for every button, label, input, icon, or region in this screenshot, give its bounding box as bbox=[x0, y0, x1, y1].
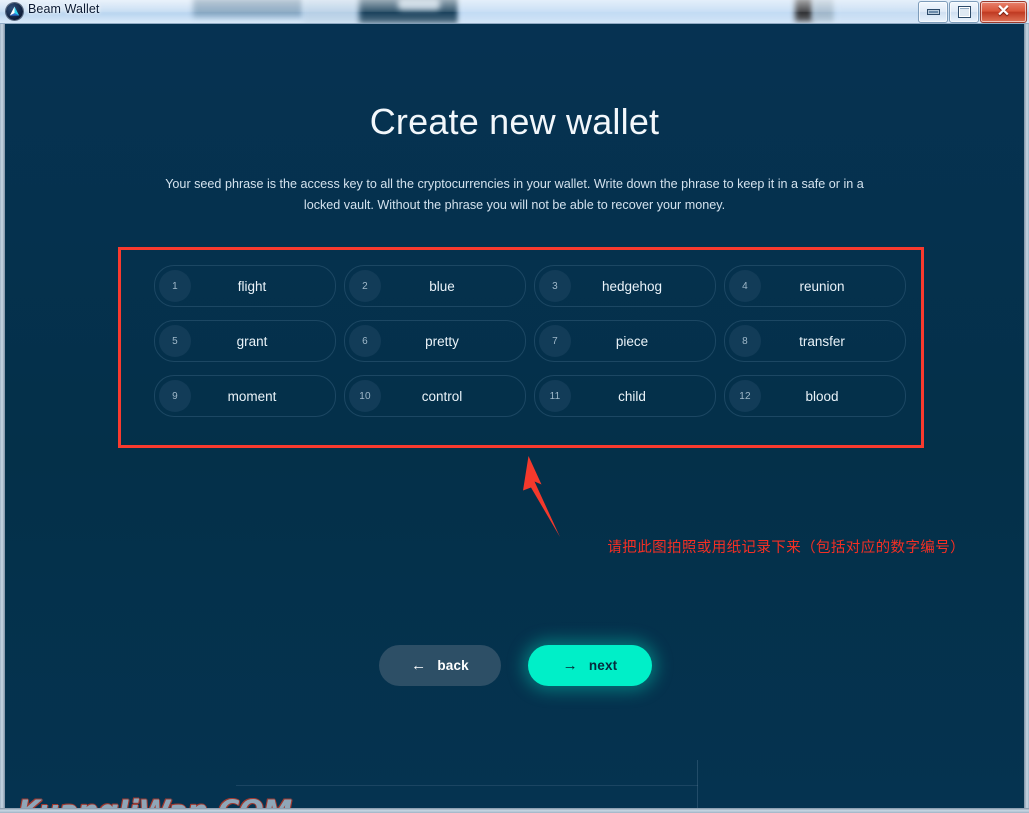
seed-word-number: 8 bbox=[729, 325, 761, 357]
seed-word-number: 5 bbox=[159, 325, 191, 357]
glass-reflection bbox=[398, 0, 440, 10]
next-button[interactable]: → next bbox=[528, 645, 652, 686]
annotation-note: 请把此图拍照或用纸记录下来（包括对应的数字编号） bbox=[607, 540, 965, 556]
minimize-icon bbox=[926, 9, 940, 15]
glass-reflection bbox=[303, 0, 359, 24]
seed-phrase-grid: 1 flight 2 blue 3 hedgehog 4 reunion 5 grant 6 pret… bbox=[154, 265, 906, 417]
background-seam bbox=[697, 760, 698, 808]
seed-word-pill: 7 piece bbox=[534, 320, 716, 362]
seed-word-pill: 3 hedgehog bbox=[534, 265, 716, 307]
back-button-label: back bbox=[437, 658, 469, 673]
seed-word-pill: 8 transfer bbox=[724, 320, 906, 362]
titlebar-divider bbox=[0, 23, 1029, 24]
arrow-left-icon: ← bbox=[411, 657, 427, 674]
application-window: Beam Wallet ✕ Create new wallet Your see… bbox=[0, 0, 1029, 813]
site-watermark: KuangJiWan.COM bbox=[18, 794, 292, 808]
window-border-right bbox=[1024, 24, 1029, 813]
glass-reflection bbox=[193, 0, 303, 18]
window-controls: ✕ bbox=[917, 1, 1027, 23]
seed-word-number: 12 bbox=[729, 380, 761, 412]
window-titlebar[interactable]: Beam Wallet ✕ bbox=[0, 0, 1029, 24]
seed-word-pill: 9 moment bbox=[154, 375, 336, 417]
seed-word-pill: 11 child bbox=[534, 375, 716, 417]
next-button-label: next bbox=[588, 658, 618, 673]
seed-word-pill: 2 blue bbox=[344, 265, 526, 307]
seed-word-number: 7 bbox=[539, 325, 571, 357]
arrow-right-icon: → bbox=[562, 657, 578, 674]
seed-word-pill: 1 flight bbox=[154, 265, 336, 307]
seed-word-number: 10 bbox=[349, 380, 381, 412]
beam-logo-icon bbox=[6, 3, 23, 20]
seed-word-number: 11 bbox=[539, 380, 571, 412]
seed-word-number: 3 bbox=[539, 270, 571, 302]
glass-reflection bbox=[813, 0, 835, 22]
seed-word-number: 6 bbox=[349, 325, 381, 357]
glass-reflection bbox=[795, 0, 813, 22]
maximize-button[interactable] bbox=[949, 1, 979, 23]
glass-reflection bbox=[459, 0, 799, 24]
page-title: Create new wallet bbox=[369, 101, 660, 142]
back-button[interactable]: ← back bbox=[379, 645, 501, 686]
seed-word-pill: 6 pretty bbox=[344, 320, 526, 362]
page-description: Your seed phrase is the access key to al… bbox=[165, 177, 864, 212]
wallet-create-screen: Create new wallet Your seed phrase is th… bbox=[5, 25, 1024, 808]
close-icon: ✕ bbox=[996, 2, 1011, 20]
seed-word-pill: 4 reunion bbox=[724, 265, 906, 307]
window-border-bottom bbox=[0, 808, 1029, 813]
window-title: Beam Wallet bbox=[28, 2, 100, 16]
seed-phrase-section: 1 flight 2 blue 3 hedgehog 4 reunion 5 grant 6 pret… bbox=[118, 247, 924, 448]
seed-word-number: 4 bbox=[729, 270, 761, 302]
red-arrow-icon bbox=[508, 453, 578, 544]
action-buttons: ← back → next bbox=[379, 645, 652, 686]
seed-word-pill: 5 grant bbox=[154, 320, 336, 362]
close-button[interactable]: ✕ bbox=[980, 1, 1027, 23]
maximize-icon bbox=[957, 6, 971, 18]
seed-word-number: 9 bbox=[159, 380, 191, 412]
seed-word-pill: 10 control bbox=[344, 375, 526, 417]
seed-word-number: 1 bbox=[159, 270, 191, 302]
seed-word-number: 2 bbox=[349, 270, 381, 302]
seed-word-pill: 12 blood bbox=[724, 375, 906, 417]
minimize-button[interactable] bbox=[918, 1, 948, 23]
background-seam bbox=[236, 785, 698, 786]
